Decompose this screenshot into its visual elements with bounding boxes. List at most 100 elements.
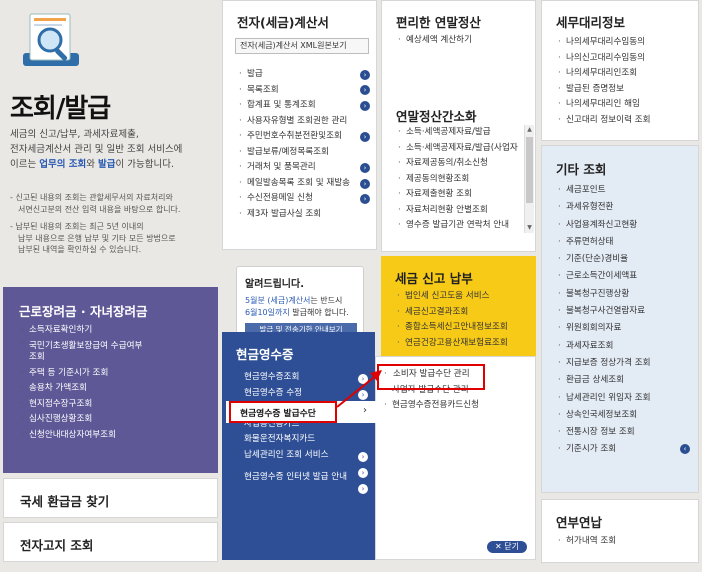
simplify-title[interactable]: 연말정산간소화 xyxy=(396,106,477,125)
other-item[interactable]: 불복청구진행상황 xyxy=(558,286,696,304)
tax-report-panel: 세금 신고 납부 법인세 신고도움 서비스 세금신고결과조회 종합소득세신고안내… xyxy=(381,256,536,356)
e-invoice-item[interactable]: 목록조회 xyxy=(239,83,375,99)
e-invoice-item[interactable]: 합계표 및 통계조회 xyxy=(239,98,375,114)
e-notice-panel[interactable]: 전자고지 조회 xyxy=(3,522,218,562)
yearend-panel: 편리한 연말정산 예상세액 계산하기 연말정산간소화 소득·세액공제자료/발급 … xyxy=(381,0,536,252)
alert-text: 5월분 (세금)계산서는 반드시 6월10일까지 발급해야 합니다. xyxy=(245,296,349,317)
cash-item[interactable]: 화물운전자복지카드 xyxy=(236,432,372,448)
annual-installment-panel: 연부연납 허가내역 조회 xyxy=(541,499,699,563)
other-item[interactable]: 전통시장 정보 조회 xyxy=(558,424,696,442)
e-invoice-item[interactable]: 거래처 및 품목관리 xyxy=(239,160,375,176)
intro-note-2: - 납부된 내용의 조회는 최근 5년 이내의 납부 내용으로 은행 납부 및 … xyxy=(10,222,176,254)
e-invoice-item[interactable]: 사용자유형별 조회권한 관리 xyxy=(239,114,375,130)
labor-item[interactable]: 심사진행상황조회 xyxy=(21,412,213,428)
submenu-item-card-apply[interactable]: 현금영수증전용카드신청 xyxy=(384,398,534,414)
labor-incentive-title[interactable]: 근로장려금 · 자녀장려금 xyxy=(19,301,147,320)
other-item[interactable]: 근로소득간이세액표 xyxy=(558,268,696,286)
alert-box: 알려드립니다. 5월분 (세금)계산서는 반드시 6월10일까지 발급해야 합니… xyxy=(236,266,364,342)
simplify-item[interactable]: 자료처리현황 안별조회 xyxy=(398,203,518,219)
yearend-title[interactable]: 편리한 연말정산 xyxy=(396,12,481,31)
simplify-item[interactable]: 자료제출현황 조회 xyxy=(398,187,518,203)
other-item[interactable]: 상속인국세정보조회 xyxy=(558,407,696,425)
other-item[interactable]: 납세관리인 위임자 조회 xyxy=(558,390,696,408)
labor-item[interactable]: 송용차 가액조회 xyxy=(21,381,213,397)
simplify-item[interactable]: 소득·세액공제자료/발급 xyxy=(398,125,518,141)
scroll-up-icon[interactable]: ▲ xyxy=(525,125,534,135)
e-invoice-item[interactable]: 주민번호수취분전환및조회 xyxy=(239,129,375,145)
arrow-annotation xyxy=(336,370,382,408)
other-inquiry-panel: 기타 조회 세금포인트 과세유형전환 사업용계좌신고현황 주류면허상태 기준(단… xyxy=(541,145,699,493)
chevron-right-icon[interactable]: › xyxy=(358,452,368,462)
other-item[interactable]: 과세자료조회 xyxy=(558,338,696,356)
close-button[interactable]: ✕ 닫기 xyxy=(487,541,527,553)
cash-receipt-title[interactable]: 현금영수증 xyxy=(236,344,294,363)
other-item[interactable]: 환급금 상세조회 xyxy=(558,372,696,390)
refund-title[interactable]: 국세 환급금 찾기 xyxy=(20,491,109,510)
tax-report-title[interactable]: 세금 신고 납부 xyxy=(395,268,473,287)
agent-item[interactable]: 나의세무대리수임동의 xyxy=(558,35,696,51)
tax-report-item[interactable]: 법인세 신고도움 서비스 xyxy=(397,289,533,305)
annual-item[interactable]: 허가내역 조회 xyxy=(558,534,616,550)
tax-report-item[interactable]: 세금신고결과조회 xyxy=(397,305,533,321)
scrollbar[interactable]: ▲ ▼ xyxy=(524,125,534,233)
e-invoice-title[interactable]: 전자(세금)계산서 xyxy=(237,12,329,31)
e-invoice-select[interactable]: 전자(세금)계산서 XML원본보기 xyxy=(235,38,369,54)
chevron-right-icon[interactable]: › xyxy=(360,132,370,142)
agent-item[interactable]: 나의세무대리인 해임 xyxy=(558,97,696,113)
chevron-right-icon[interactable]: › xyxy=(358,484,368,494)
other-item[interactable]: 사업용계좌신고현황 xyxy=(558,217,696,235)
refund-panel[interactable]: 국세 환급금 찾기 xyxy=(3,478,218,518)
simplify-item[interactable]: 제공동의현황조회 xyxy=(398,172,518,188)
intro-area: 조회/발급 세금의 신고/납부, 과세자료제출, 전자세금계산서 관리 및 일반… xyxy=(0,0,220,283)
other-item[interactable]: 과세유형전환 xyxy=(558,199,696,217)
e-invoice-panel: 전자(세금)계산서 전자(세금)계산서 XML원본보기 발급 목록조회 합계표 … xyxy=(222,0,377,250)
chevron-right-icon[interactable]: › xyxy=(360,70,370,80)
labor-item[interactable]: 신청안내대상자여부조회 xyxy=(21,428,213,444)
labor-item[interactable]: 현지점수장구조회 xyxy=(21,397,213,413)
chevron-right-icon[interactable]: › xyxy=(360,85,370,95)
other-item[interactable]: 기준시가 조회 xyxy=(558,441,696,459)
chevron-left-icon[interactable]: ‹ xyxy=(680,444,690,454)
scroll-thumb[interactable] xyxy=(526,137,533,203)
chevron-right-icon[interactable]: › xyxy=(360,179,370,189)
page-title: 조회/발급 xyxy=(10,94,111,124)
tax-report-item[interactable]: 연금건강고용산재보험료조회 xyxy=(397,336,533,352)
yearend-item[interactable]: 예상세액 계산하기 xyxy=(398,33,472,49)
cash-item[interactable]: 납세관리인 조회 서비스 xyxy=(236,448,372,464)
e-invoice-item[interactable]: 메일발송목록 조회 및 재발송 xyxy=(239,176,375,192)
other-item[interactable]: 기준(단순)경비율 xyxy=(558,251,696,269)
agent-item[interactable]: 신고대리 정보이력 조회 xyxy=(558,113,696,129)
agent-item[interactable]: 나의신고대리수임동의 xyxy=(558,51,696,67)
other-inquiry-title[interactable]: 기타 조회 xyxy=(556,159,606,178)
labor-incentive-panel: 근로장려금 · 자녀장려금 소득자료확인하기 국민기초생활보장급여 수급여부조회… xyxy=(3,287,218,473)
other-item[interactable]: 세금포인트 xyxy=(558,182,696,200)
simplify-item[interactable]: 소득·세액공제자료/발급(사업자) xyxy=(398,141,518,157)
e-invoice-item[interactable]: 발급 xyxy=(239,67,375,83)
e-invoice-item[interactable]: 제3자 발급사실 조회 xyxy=(239,207,375,223)
agent-item[interactable]: 나의세무대리인조회 xyxy=(558,66,696,82)
other-item[interactable]: 불복청구사건열람자료 xyxy=(558,303,696,321)
tax-agent-title[interactable]: 세무대리정보 xyxy=(556,12,625,31)
scroll-down-icon[interactable]: ▼ xyxy=(525,223,534,233)
other-item[interactable]: 주류면허상태 xyxy=(558,234,696,252)
simplify-item[interactable]: 영수증 발급기관 연락처 안내 xyxy=(398,218,518,234)
chevron-right-icon[interactable]: › xyxy=(358,468,368,478)
close-icon: ✕ xyxy=(495,542,502,551)
labor-item[interactable]: 소득자료확인하기 xyxy=(21,323,213,339)
tax-report-item[interactable]: 종합소득세신고안내정보조회 xyxy=(397,320,533,336)
e-invoice-item[interactable]: 수신전용메일 신청 xyxy=(239,191,375,207)
e-invoice-item[interactable]: 발급보류/예정목록조회 xyxy=(239,145,375,161)
other-item[interactable]: 지급보증 정상가격 조회 xyxy=(558,355,696,373)
cash-item[interactable]: 현금영수증 인터넷 발급 안내 xyxy=(236,470,372,486)
agent-item[interactable]: 발급된 증명정보 xyxy=(558,82,696,98)
chevron-right-icon[interactable]: › xyxy=(360,194,370,204)
simplify-item[interactable]: 자료제공동의/취소신청 xyxy=(398,156,518,172)
other-item[interactable]: 위원회회의자료 xyxy=(558,320,696,338)
labor-item[interactable]: 국민기초생활보장급여 수급여부조회 xyxy=(21,339,213,363)
e-notice-title[interactable]: 전자고지 조회 xyxy=(20,535,93,554)
labor-item[interactable]: 주택 등 기준시가 조회 xyxy=(21,366,213,382)
chevron-right-icon[interactable]: › xyxy=(360,101,370,111)
chevron-right-icon[interactable]: › xyxy=(360,163,370,173)
simplify-list: 소득·세액공제자료/발급 소득·세액공제자료/발급(사업자) 자료제공동의/취소… xyxy=(392,125,534,237)
annual-installment-title[interactable]: 연부연납 xyxy=(556,512,602,531)
